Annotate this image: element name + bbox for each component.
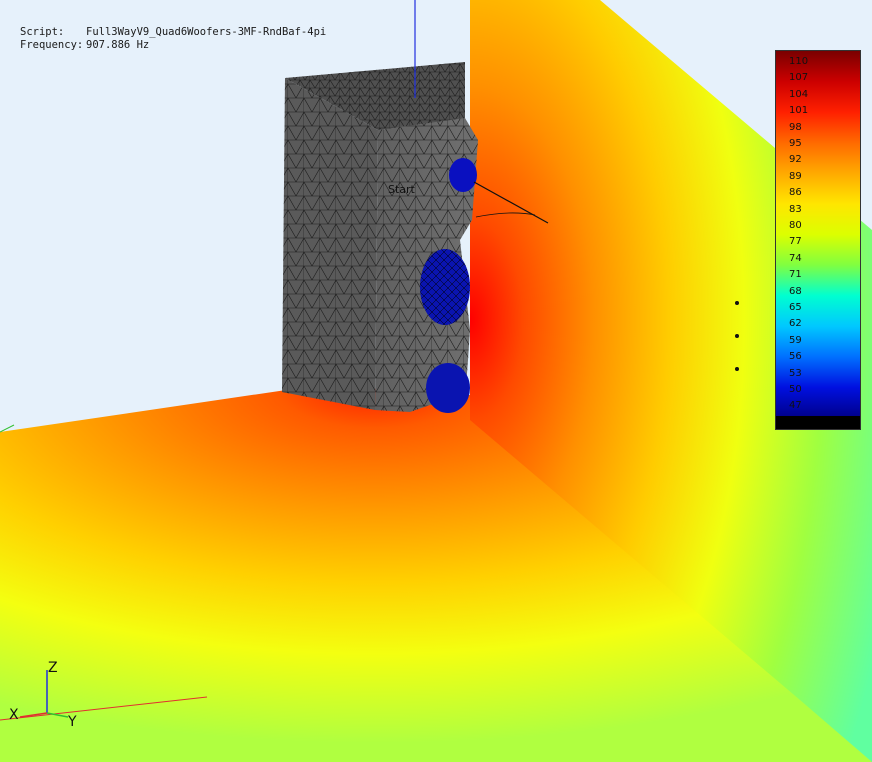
frequency-value: 907.886 Hz [86, 39, 150, 51]
legend-tick-label: 107 [789, 72, 809, 84]
marker-dot [735, 334, 739, 338]
legend-tick-label: 110 [789, 56, 809, 67]
frequency-label: Frequency: [20, 39, 84, 51]
legend-tick-label: 74 [789, 252, 802, 264]
legend-tick-label: 83 [789, 203, 802, 215]
spl-color-legend: 110 107 104 101 98 95 92 89 86 83 80 77 74 71 68 65 62 59… [775, 50, 861, 430]
legend-bottom-band [776, 416, 860, 429]
tweeter-driver [449, 158, 477, 192]
legend-tick-label: 59 [789, 334, 802, 346]
legend-tick-label: 101 [789, 105, 809, 117]
legend-tick-label: 104 [789, 88, 809, 100]
simulation-info: Script: Full3WayV9_Quad6Woofers-3MF-RndBa… [20, 26, 326, 52]
legend-tick-label: 98 [789, 121, 802, 133]
legend-tick-label: 65 [789, 302, 802, 313]
legend-tick-label: 53 [789, 367, 802, 379]
legend-tick-label: 71 [789, 269, 802, 281]
script-value: Full3WayV9_Quad6Woofers-3MF-RndBaf-4pi [86, 26, 327, 38]
x-axis-label: X [9, 707, 19, 723]
legend-tick-label: 95 [789, 138, 802, 149]
3d-viewport[interactable]: Start Z X Y [0, 0, 872, 762]
start-label: Start [388, 183, 416, 196]
legend-tick-label: 77 [789, 236, 802, 248]
legend-tick-label: 56 [789, 351, 802, 363]
legend-tick-label: 68 [789, 285, 802, 297]
legend-tick-label: 80 [789, 220, 802, 231]
y-axis-label: Y [67, 714, 77, 730]
marker-dot [735, 367, 739, 371]
legend-tick-label: 86 [789, 187, 802, 199]
legend-tick-label: 47 [789, 400, 802, 412]
legend-tick-label: 89 [789, 170, 802, 182]
z-axis-label: Z [48, 660, 58, 676]
legend-tick-label: 62 [789, 318, 802, 330]
legend-tick-label: 92 [789, 154, 802, 166]
script-label: Script: [20, 26, 65, 38]
marker-dot [735, 301, 739, 305]
woofer-driver [426, 363, 470, 413]
legend-tick-label: 50 [789, 384, 802, 395]
